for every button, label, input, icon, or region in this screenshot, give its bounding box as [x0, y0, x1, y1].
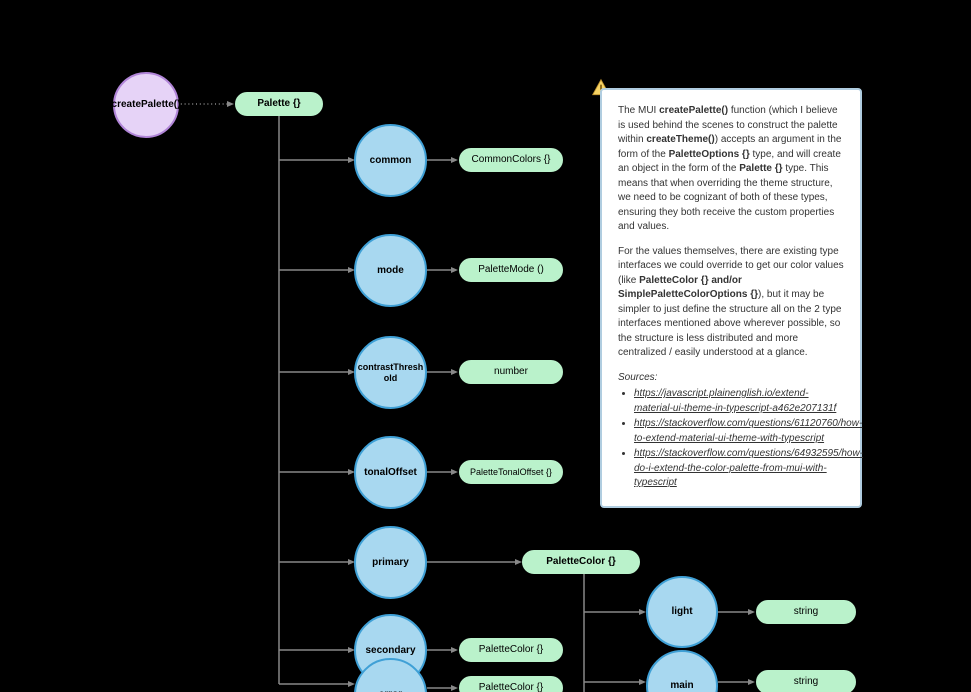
node-mode[interactable]: mode — [354, 234, 427, 307]
node-tonalOffset[interactable]: tonalOffset — [354, 436, 427, 509]
source-link-2[interactable]: https://stackoverflow.com/questions/6112… — [634, 418, 862, 444]
node-commonColors[interactable]: CommonColors {} — [459, 148, 563, 172]
node-palette[interactable]: Palette {} — [235, 92, 323, 116]
node-createPalette[interactable]: createPalette() — [113, 72, 179, 138]
node-primary[interactable]: primary — [354, 526, 427, 599]
info-p1a: The MUI — [618, 105, 659, 116]
node-light[interactable]: light — [646, 576, 718, 648]
info-p1h: Palette {} — [739, 163, 782, 174]
node-paletteColor-primary[interactable]: PaletteColor {} — [522, 550, 640, 574]
info-p1b: createPalette() — [659, 105, 728, 116]
source-link-3[interactable]: https://stackoverflow.com/questions/6493… — [634, 448, 863, 488]
sources-label: Sources: — [618, 372, 657, 383]
node-paletteColor-secondary[interactable]: PaletteColor {} — [459, 638, 563, 662]
node-contrastThreshold[interactable]: contrastThresh old — [354, 336, 427, 409]
node-common[interactable]: common — [354, 124, 427, 197]
sources-list: https://javascript.plainenglish.io/exten… — [634, 387, 844, 491]
info-p1f: PaletteOptions {} — [669, 149, 750, 160]
node-main[interactable]: main — [646, 650, 718, 692]
info-card: The MUI createPalette() function (which … — [600, 88, 862, 508]
info-p2b: PaletteColor {} and/or SimplePaletteColo… — [618, 275, 758, 301]
source-link-1[interactable]: https://javascript.plainenglish.io/exten… — [634, 388, 836, 414]
node-string-light[interactable]: string — [756, 600, 856, 624]
node-paletteMode[interactable]: PaletteMode () — [459, 258, 563, 282]
node-number[interactable]: number — [459, 360, 563, 384]
node-paletteColor-error[interactable]: PaletteColor {} — [459, 676, 563, 692]
info-p1d: createTheme() — [646, 134, 714, 145]
node-string-main[interactable]: string — [756, 670, 856, 692]
node-paletteTonalOffset[interactable]: PaletteTonalOffset {} — [459, 460, 563, 484]
